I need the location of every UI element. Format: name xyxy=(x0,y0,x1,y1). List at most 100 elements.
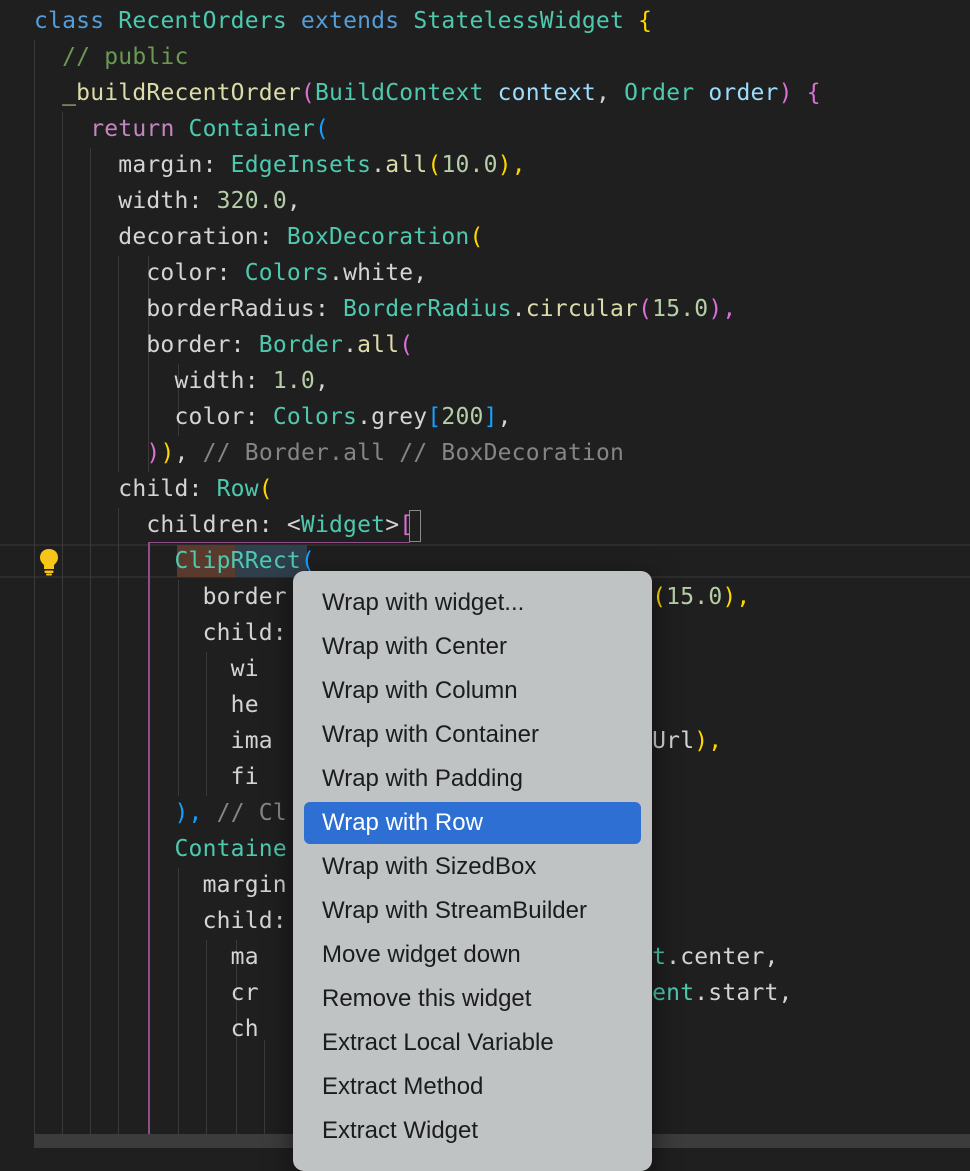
code-token: BorderRadius xyxy=(343,296,512,322)
code-token: ch xyxy=(34,1016,259,1042)
code-token: circular xyxy=(525,296,639,322)
code-line[interactable]: child: Row( xyxy=(34,471,273,507)
code-token: 15.0 xyxy=(652,296,709,322)
code-token: Colors xyxy=(272,404,358,430)
code-token: width: xyxy=(34,188,217,214)
code-token: 320.0 xyxy=(216,188,287,214)
code-token: Container xyxy=(188,116,315,142)
code-line[interactable]: color: Colors.white, xyxy=(34,255,427,291)
code-token: { xyxy=(638,8,653,34)
code-token: RecentOrders xyxy=(118,8,301,34)
code-token: .grey xyxy=(357,404,428,430)
code-token: margin: xyxy=(34,152,231,178)
code-token: . xyxy=(343,332,358,358)
code-token: Row xyxy=(216,476,259,502)
code-line[interactable]: color: Colors.grey[200], xyxy=(34,399,512,435)
code-token: > xyxy=(385,512,400,538)
code-token: EdgeInsets xyxy=(230,152,372,178)
menu-item[interactable]: Wrap with Column xyxy=(304,670,641,712)
code-token: ) xyxy=(146,440,161,466)
code-line[interactable]: )), // Border.all // BoxDecoration xyxy=(34,435,624,471)
code-token: _buildRecentOrder xyxy=(62,80,301,106)
code-line[interactable]: child: xyxy=(34,615,287,651)
lightbulb-icon[interactable] xyxy=(38,548,60,576)
code-line[interactable]: // public xyxy=(34,39,189,75)
code-line[interactable]: children: <Widget>[ xyxy=(34,507,413,543)
code-token: Order xyxy=(624,80,709,106)
code-token: 1.0 xyxy=(272,368,315,394)
code-token: ), xyxy=(694,728,723,754)
code-token: cr xyxy=(34,980,259,1006)
menu-item[interactable]: Move widget down xyxy=(304,934,641,976)
menu-item[interactable]: Wrap with Center xyxy=(304,626,641,668)
code-line[interactable]: border: Border.all( xyxy=(34,327,413,363)
code-token: 200 xyxy=(441,404,484,430)
context-menu: Wrap with widget... Wrap with Center Wrap … xyxy=(293,571,652,1171)
code-token: extends xyxy=(300,8,414,34)
code-line[interactable]: width: 1.0, xyxy=(34,363,329,399)
code-token: .center, xyxy=(666,944,779,970)
menu-item[interactable]: Wrap with SizedBox xyxy=(304,846,641,888)
code-token: ClipRRect xyxy=(174,548,301,574)
code-token: return xyxy=(90,116,189,142)
menu-item[interactable]: Wrap with Container xyxy=(304,714,641,756)
code-token: ( xyxy=(652,584,667,610)
code-token: 15.0 xyxy=(666,584,723,610)
code-line[interactable]: wi xyxy=(34,651,259,687)
code-token: , xyxy=(595,80,625,106)
code-token: . xyxy=(511,296,526,322)
code-token: child: xyxy=(34,620,287,646)
code-line[interactable]: ClipRRect( xyxy=(34,543,315,579)
code-token: // Cl xyxy=(216,800,287,826)
code-token: ), xyxy=(722,584,751,610)
menu-item[interactable]: Remove this widget xyxy=(304,978,641,1020)
code-token: ), xyxy=(174,800,217,826)
code-line[interactable]: ch xyxy=(34,1011,259,1047)
menu-item[interactable]: Wrap with Row xyxy=(304,802,641,844)
menu-item[interactable]: Wrap with StreamBuilder xyxy=(304,890,641,932)
code-token: child: xyxy=(34,476,217,502)
code-line[interactable]: class RecentOrders extends StatelessWidg… xyxy=(34,3,652,39)
indent-guide xyxy=(264,1040,265,1148)
code-token: .start, xyxy=(694,980,793,1006)
code-token: ] xyxy=(483,404,498,430)
code-line[interactable]: width: 320.0, xyxy=(34,183,301,219)
code-token: decoration: xyxy=(34,224,287,250)
code-token: // public xyxy=(34,44,189,70)
code-line[interactable]: he xyxy=(34,687,259,723)
code-token: ), xyxy=(708,296,737,322)
code-line[interactable]: _buildRecentOrder(BuildContext context, … xyxy=(34,75,821,111)
code-token: [ xyxy=(427,404,442,430)
code-token: , xyxy=(497,404,512,430)
code-token: margin xyxy=(34,872,287,898)
code-token: width: xyxy=(34,368,273,394)
menu-item[interactable]: Wrap with Padding xyxy=(304,758,641,800)
code-line[interactable]: borderRadius: BorderRadius.circular(15.0… xyxy=(34,291,736,327)
code-line[interactable]: child: xyxy=(34,903,287,939)
code-token: ) xyxy=(778,80,807,106)
menu-item[interactable]: Wrap with widget... xyxy=(304,582,641,624)
code-line[interactable]: return Container( xyxy=(34,111,329,147)
code-token: he xyxy=(34,692,259,718)
code-line[interactable]: Containe xyxy=(34,831,287,867)
code-token: ( xyxy=(399,332,414,358)
menu-item[interactable]: Extract Method xyxy=(304,1066,641,1108)
code-token: . xyxy=(371,152,386,178)
code-token: ( xyxy=(469,224,484,250)
menu-item[interactable]: Extract Local Variable xyxy=(304,1022,641,1064)
code-token: { xyxy=(806,80,821,106)
code-line[interactable]: decoration: BoxDecoration( xyxy=(34,219,484,255)
code-token: ma xyxy=(34,944,259,970)
code-token: ima xyxy=(34,728,273,754)
code-token: ( xyxy=(258,476,273,502)
code-line[interactable]: ), // Cl xyxy=(34,795,287,831)
code-line[interactable]: margin xyxy=(34,867,287,903)
code-line[interactable]: margin: EdgeInsets.all(10.0), xyxy=(34,147,526,183)
code-token: Border xyxy=(258,332,344,358)
code-token: // Border.all // BoxDecoration xyxy=(202,440,625,466)
menu-item[interactable]: Extract Widget xyxy=(304,1110,641,1152)
